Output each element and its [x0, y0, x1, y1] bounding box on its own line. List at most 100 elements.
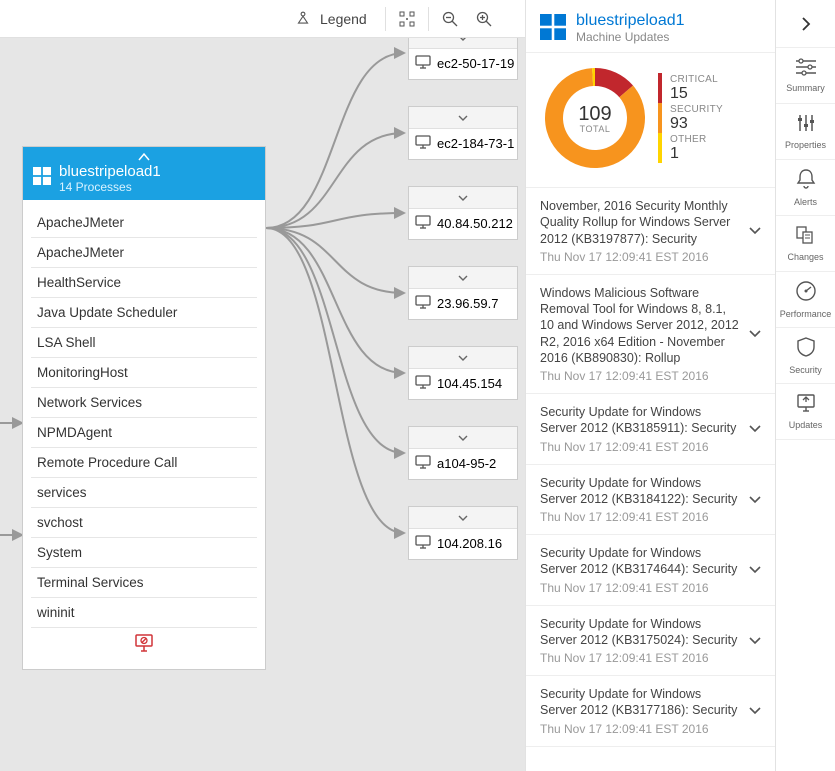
- remote-node[interactable]: 23.96.59.7: [408, 266, 518, 320]
- remote-node[interactable]: 40.84.50.212: [408, 186, 518, 240]
- security-icon: [797, 337, 815, 362]
- update-time: Thu Nov 17 12:09:41 EST 2016: [540, 581, 739, 595]
- process-item[interactable]: ApacheJMeter: [31, 238, 257, 268]
- remote-node-label: ec2-184-73-1: [437, 136, 514, 151]
- expand-icon[interactable]: [409, 267, 517, 289]
- windows-icon: [540, 14, 566, 43]
- update-item[interactable]: Security Update for Windows Server 2012 …: [526, 465, 775, 536]
- update-item[interactable]: Windows Malicious Software Removal Tool …: [526, 275, 775, 394]
- rail-label: Performance: [780, 309, 832, 319]
- legend-color-security: [658, 103, 662, 133]
- legend-value-security: 93: [670, 115, 723, 133]
- legend-label-other: OTHER: [670, 134, 707, 145]
- chevron-down-icon: [749, 633, 761, 648]
- update-title: Security Update for Windows Server 2012 …: [540, 475, 739, 508]
- performance-icon: [796, 281, 816, 306]
- update-title: Windows Malicious Software Removal Tool …: [540, 285, 739, 366]
- process-item[interactable]: Java Update Scheduler: [31, 298, 257, 328]
- process-item[interactable]: Remote Procedure Call: [31, 448, 257, 478]
- remote-node-label: 40.84.50.212: [437, 216, 513, 231]
- fit-to-screen-button[interactable]: [390, 2, 424, 36]
- update-time: Thu Nov 17 12:09:41 EST 2016: [540, 510, 739, 524]
- expand-icon[interactable]: [409, 507, 517, 529]
- alerts-icon: [797, 169, 815, 194]
- process-item[interactable]: Terminal Services: [31, 568, 257, 598]
- remote-node[interactable]: 104.208.16: [408, 506, 518, 560]
- rail-summary[interactable]: Summary: [776, 48, 835, 104]
- zoom-out-button[interactable]: [433, 2, 467, 36]
- process-item[interactable]: LSA Shell: [31, 328, 257, 358]
- chevron-down-icon: [749, 492, 761, 507]
- rail-label: Alerts: [794, 197, 817, 207]
- process-item[interactable]: Network Services: [31, 388, 257, 418]
- monitor-icon: [415, 375, 431, 392]
- changes-icon: [796, 226, 816, 249]
- legend-label-critical: CRITICAL: [670, 74, 718, 85]
- process-item[interactable]: svchost: [31, 508, 257, 538]
- rail-label: Summary: [786, 83, 825, 93]
- monitor-icon: [415, 295, 431, 312]
- collapse-icon[interactable]: [33, 153, 255, 161]
- machine-card-header: bluestripeload1 14 Processes: [23, 147, 265, 200]
- map-canvas[interactable]: bluestripeload1 14 Processes ApacheJMete…: [0, 38, 525, 771]
- update-title: Security Update for Windows Server 2012 …: [540, 545, 739, 578]
- chevron-down-icon: [749, 562, 761, 577]
- expand-icon[interactable]: [409, 347, 517, 369]
- process-item[interactable]: wininit: [31, 598, 257, 628]
- process-item[interactable]: System: [31, 538, 257, 568]
- error-indicator-icon[interactable]: [31, 634, 257, 657]
- update-time: Thu Nov 17 12:09:41 EST 2016: [540, 250, 739, 264]
- remote-node[interactable]: ec2-184-73-1: [408, 106, 518, 160]
- update-item[interactable]: Security Update for Windows Server 2012 …: [526, 676, 775, 747]
- update-item[interactable]: November, 2016 Security Monthly Quality …: [526, 188, 775, 275]
- expand-icon[interactable]: [409, 427, 517, 449]
- expand-icon[interactable]: [409, 107, 517, 129]
- process-item[interactable]: HealthService: [31, 268, 257, 298]
- windows-icon: [33, 167, 51, 190]
- update-item[interactable]: Security Update for Windows Server 2012 …: [526, 606, 775, 677]
- update-item[interactable]: Security Update for Windows Server 2012 …: [526, 535, 775, 606]
- donut-legend: CRITICAL 15 SECURITY 93 OTHER 1: [658, 73, 723, 163]
- remote-node-label: 104.45.154: [437, 376, 502, 391]
- rail-label: Properties: [785, 140, 826, 150]
- remote-node[interactable]: 104.45.154: [408, 346, 518, 400]
- monitor-icon: [415, 455, 431, 472]
- donut-chart: 109 TOTAL: [540, 63, 650, 173]
- update-item[interactable]: Security Update for Windows Server 2012 …: [526, 394, 775, 465]
- update-title: November, 2016 Security Monthly Quality …: [540, 198, 739, 247]
- rail-alerts[interactable]: Alerts: [776, 160, 835, 216]
- chevron-down-icon: [749, 326, 761, 341]
- process-item[interactable]: MonitoringHost: [31, 358, 257, 388]
- process-item[interactable]: NPMDAgent: [31, 418, 257, 448]
- rail-properties[interactable]: Properties: [776, 104, 835, 160]
- side-rail: Summary Properties Alerts Changes Performanc…: [775, 0, 835, 771]
- rail-label: Updates: [789, 420, 823, 430]
- monitor-icon: [415, 55, 431, 72]
- rail-changes[interactable]: Changes: [776, 216, 835, 272]
- update-time: Thu Nov 17 12:09:41 EST 2016: [540, 369, 739, 383]
- remote-node-label: ec2-50-17-19: [437, 56, 514, 71]
- update-time: Thu Nov 17 12:09:41 EST 2016: [540, 722, 739, 736]
- process-item[interactable]: services: [31, 478, 257, 508]
- details-header: bluestripeload1 Machine Updates: [526, 0, 775, 52]
- properties-icon: [797, 114, 815, 137]
- legend-value-critical: 15: [670, 85, 718, 103]
- legend-color-other: [658, 133, 662, 163]
- expand-button[interactable]: [776, 0, 835, 48]
- remote-node[interactable]: a104-95-2: [408, 426, 518, 480]
- rail-security[interactable]: Security: [776, 328, 835, 384]
- expand-icon[interactable]: [409, 187, 517, 209]
- machine-card[interactable]: bluestripeload1 14 Processes ApacheJMete…: [22, 146, 266, 670]
- details-panel: bluestripeload1 Machine Updates 109 TOTA…: [525, 0, 775, 771]
- rail-performance[interactable]: Performance: [776, 272, 835, 328]
- update-time: Thu Nov 17 12:09:41 EST 2016: [540, 440, 739, 454]
- zoom-in-button[interactable]: [467, 2, 501, 36]
- process-item[interactable]: ApacheJMeter: [31, 208, 257, 238]
- legend-button[interactable]: Legend: [280, 8, 381, 29]
- monitor-icon: [415, 215, 431, 232]
- legend-value-other: 1: [670, 145, 707, 163]
- details-subtitle: Machine Updates: [576, 30, 685, 44]
- chevron-down-icon: [749, 703, 761, 718]
- rail-updates[interactable]: Updates: [776, 384, 835, 440]
- machine-subtitle: 14 Processes: [59, 180, 161, 194]
